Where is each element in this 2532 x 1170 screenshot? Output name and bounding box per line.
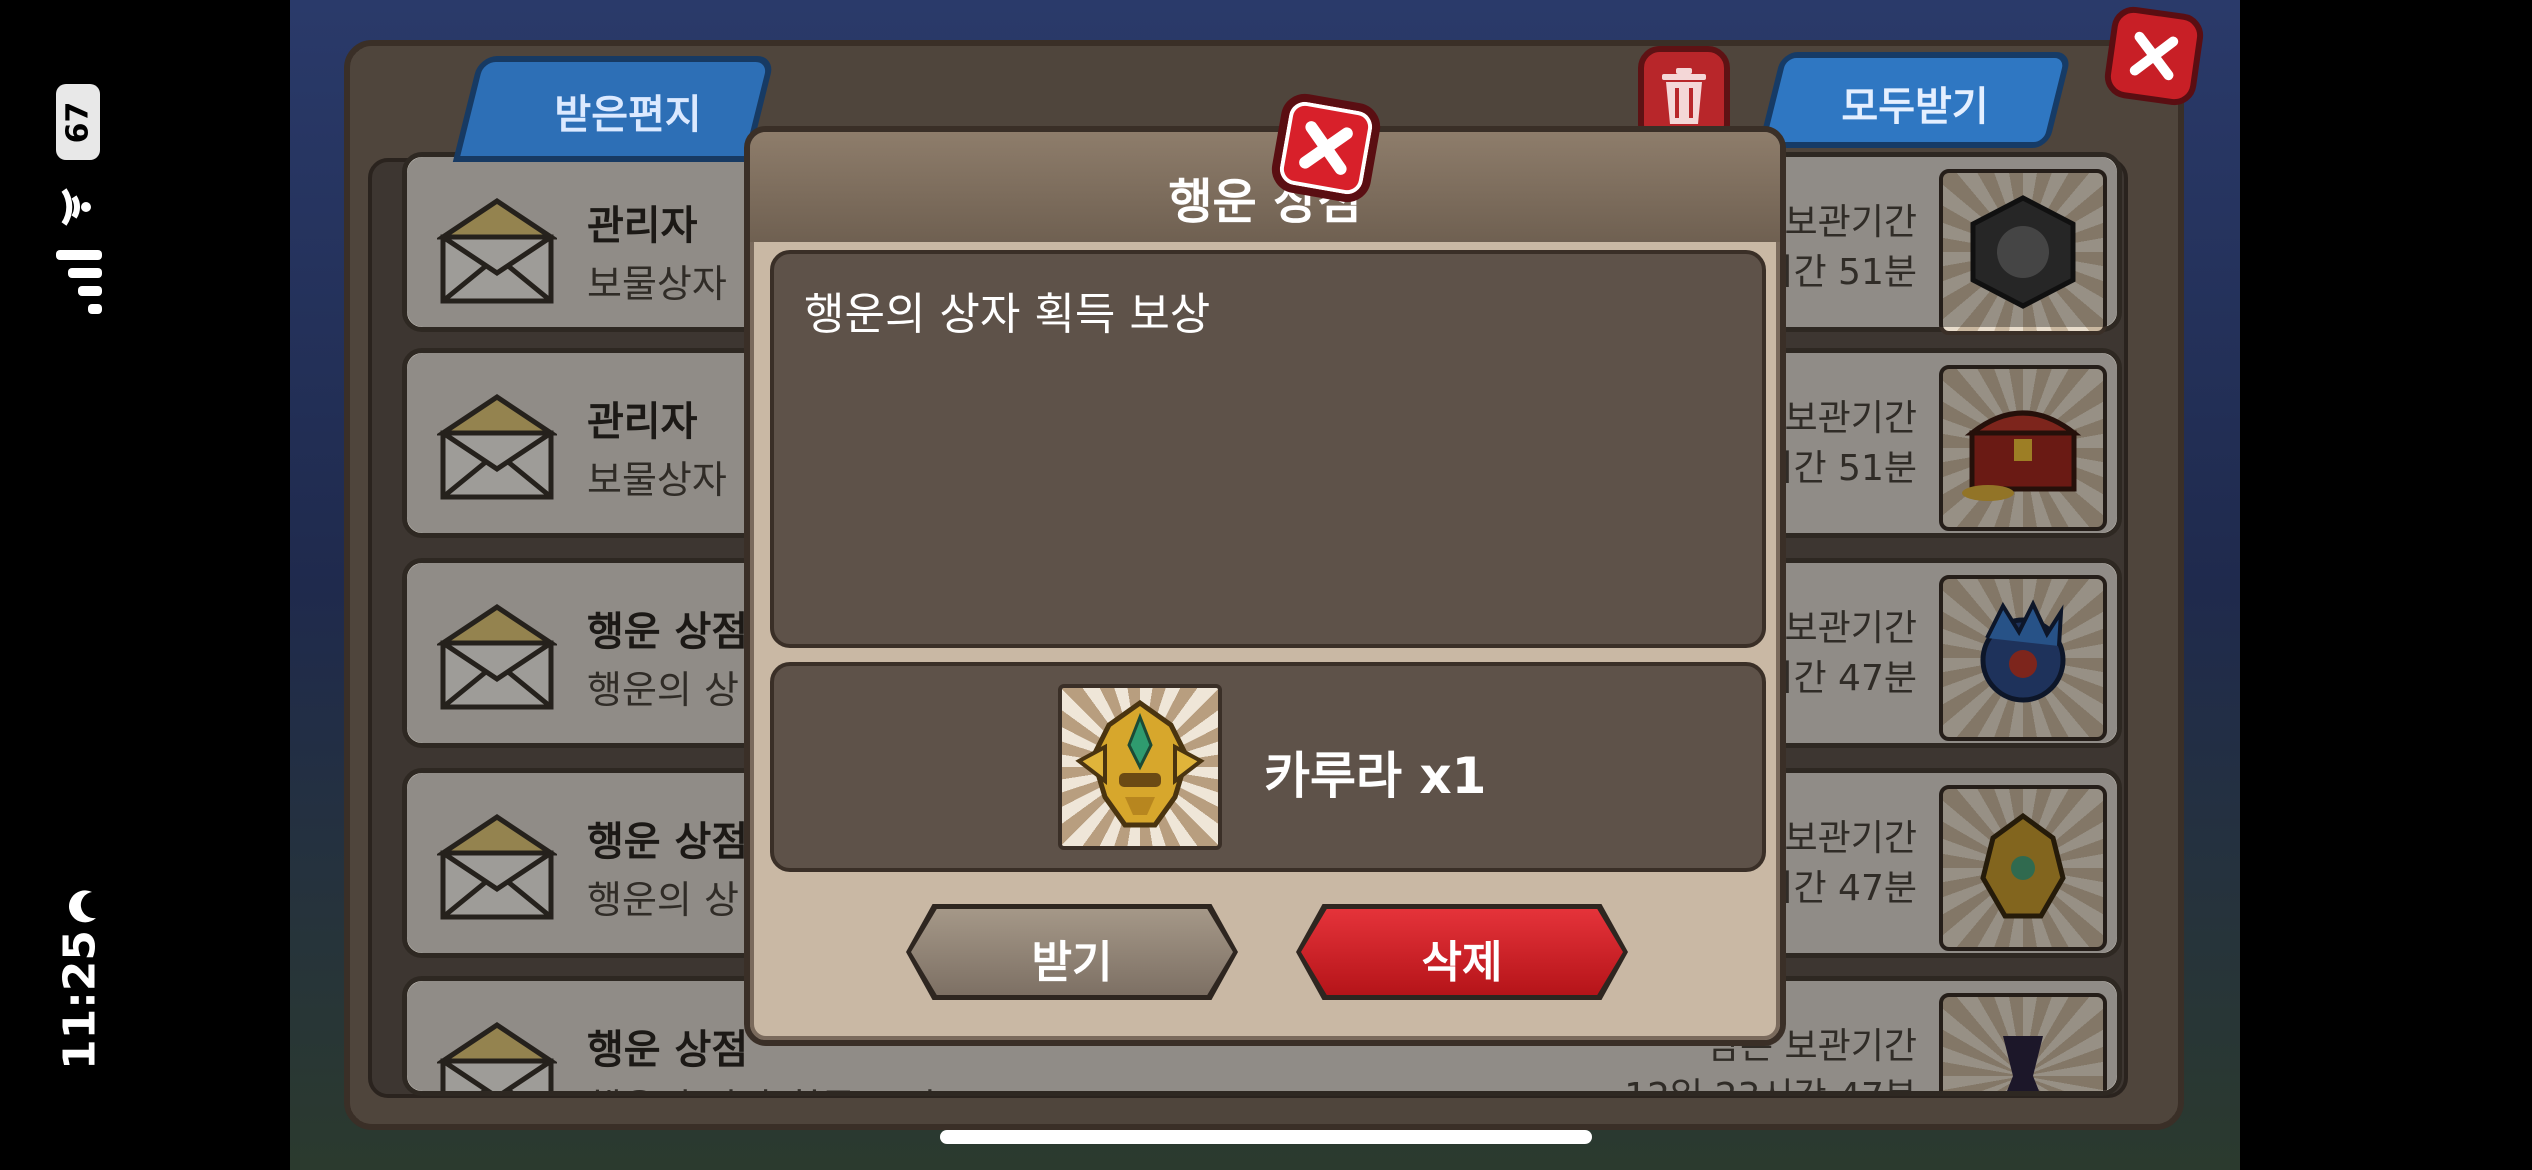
reward-box: 카루라 x1 bbox=[770, 662, 1766, 872]
reward-label: 카루라 x1 bbox=[1264, 747, 1487, 805]
status-bar: 67 11:25 bbox=[0, 0, 160, 1170]
mail-detail-dialog: 행운 상점 행운의 상자 획득 보상 카루라 x1 받기 삭제 bbox=[744, 126, 1786, 1046]
tab-inbox-label: 받은편지 bbox=[554, 92, 702, 138]
receive-all-label: 모두받기 bbox=[1841, 84, 1989, 130]
reward-item-thumbnail bbox=[1058, 684, 1222, 850]
battery-level: 67 bbox=[60, 101, 96, 143]
battery-icon: 67 bbox=[56, 84, 100, 160]
receive-button-label: 받기 bbox=[1031, 937, 1113, 988]
dialog-message: 행운의 상자 획득 보상 bbox=[804, 289, 1211, 340]
trash-icon bbox=[1662, 68, 1706, 124]
screen: 67 11:25 받은편지 모두받기 관리자 보물상자 보관기간 시간 51분 … bbox=[0, 0, 2532, 1170]
dialog-close-button[interactable] bbox=[1268, 90, 1384, 206]
wifi-icon bbox=[61, 188, 91, 226]
close-icon bbox=[2129, 31, 2179, 81]
karura-helmet-icon bbox=[1075, 699, 1205, 828]
cellular-signal-icon bbox=[56, 250, 102, 314]
moon-icon bbox=[68, 890, 96, 923]
delete-button-label: 삭제 bbox=[1421, 937, 1503, 988]
mailbox-close-button[interactable] bbox=[2102, 4, 2206, 108]
delete-button[interactable]: 삭제 bbox=[1296, 904, 1628, 1000]
receive-button[interactable]: 받기 bbox=[906, 904, 1238, 1000]
clock: 11:25 bbox=[54, 929, 106, 1071]
close-icon bbox=[1299, 121, 1353, 175]
dialog-message-box: 행운의 상자 획득 보상 bbox=[770, 250, 1766, 648]
home-indicator[interactable] bbox=[940, 1130, 1592, 1144]
dialog-title: 행운 상점 bbox=[1168, 174, 1362, 230]
game-view: 받은편지 모두받기 관리자 보물상자 보관기간 시간 51분 관리자 보물상자 … bbox=[290, 0, 2240, 1170]
